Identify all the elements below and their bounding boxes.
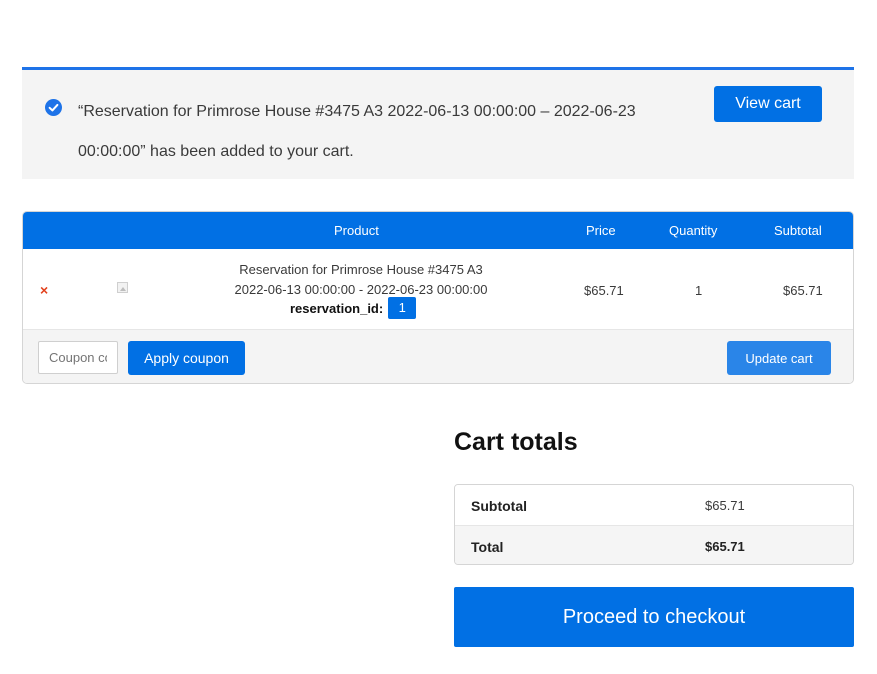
header-quantity: Quantity bbox=[669, 223, 718, 238]
header-price: Price bbox=[586, 223, 616, 238]
apply-coupon-button[interactable]: Apply coupon bbox=[128, 341, 245, 375]
product-name: Reservation for Primrose House #3475 A3 … bbox=[203, 260, 519, 300]
proceed-to-checkout-button[interactable]: Proceed to checkout bbox=[454, 587, 854, 647]
total-label: Total bbox=[471, 539, 504, 555]
coupon-input[interactable] bbox=[38, 341, 118, 374]
subtotal-row: Subtotal $65.71 bbox=[455, 485, 853, 525]
item-quantity: 1 bbox=[695, 283, 703, 298]
cart-totals-table: Subtotal $65.71 Total $65.71 bbox=[454, 484, 854, 565]
meta-key: reservation_id: bbox=[290, 300, 384, 316]
header-product: Product bbox=[334, 223, 379, 238]
cart-notice: “Reservation for Primrose House #3475 A3… bbox=[22, 67, 854, 179]
item-price: $65.71 bbox=[584, 283, 624, 298]
item-subtotal: $65.71 bbox=[783, 283, 823, 298]
total-row: Total $65.71 bbox=[455, 525, 853, 564]
subtotal-label: Subtotal bbox=[471, 498, 527, 514]
product-meta: reservation_id: 1 bbox=[290, 297, 417, 319]
meta-value-badge: 1 bbox=[388, 297, 417, 319]
total-value: $65.71 bbox=[705, 539, 745, 554]
cart-table: Product Price Quantity Subtotal × Reserv… bbox=[22, 211, 854, 384]
check-circle-icon bbox=[45, 99, 62, 116]
product-thumbnail-icon[interactable] bbox=[117, 282, 128, 293]
remove-item-icon[interactable]: × bbox=[40, 283, 48, 297]
header-subtotal: Subtotal bbox=[774, 223, 822, 238]
product-link[interactable]: Reservation for Primrose House #3475 A3 … bbox=[235, 262, 488, 297]
update-cart-button[interactable]: Update cart bbox=[727, 341, 831, 375]
table-row: × Reservation for Primrose House #3475 A… bbox=[23, 249, 853, 329]
view-cart-button[interactable]: View cart bbox=[714, 86, 822, 122]
cart-totals-title: Cart totals bbox=[454, 428, 578, 456]
notice-message: “Reservation for Primrose House #3475 A3… bbox=[78, 103, 636, 160]
product-dates: 2022-06-13 00:00:00 - 2022-06-23 00:00:0… bbox=[234, 282, 488, 297]
subtotal-value: $65.71 bbox=[705, 498, 745, 513]
cart-actions: Apply coupon Update cart bbox=[23, 329, 853, 383]
cart-table-header: Product Price Quantity Subtotal bbox=[23, 212, 853, 249]
product-title: Reservation for Primrose House #3475 A3 bbox=[239, 262, 483, 277]
